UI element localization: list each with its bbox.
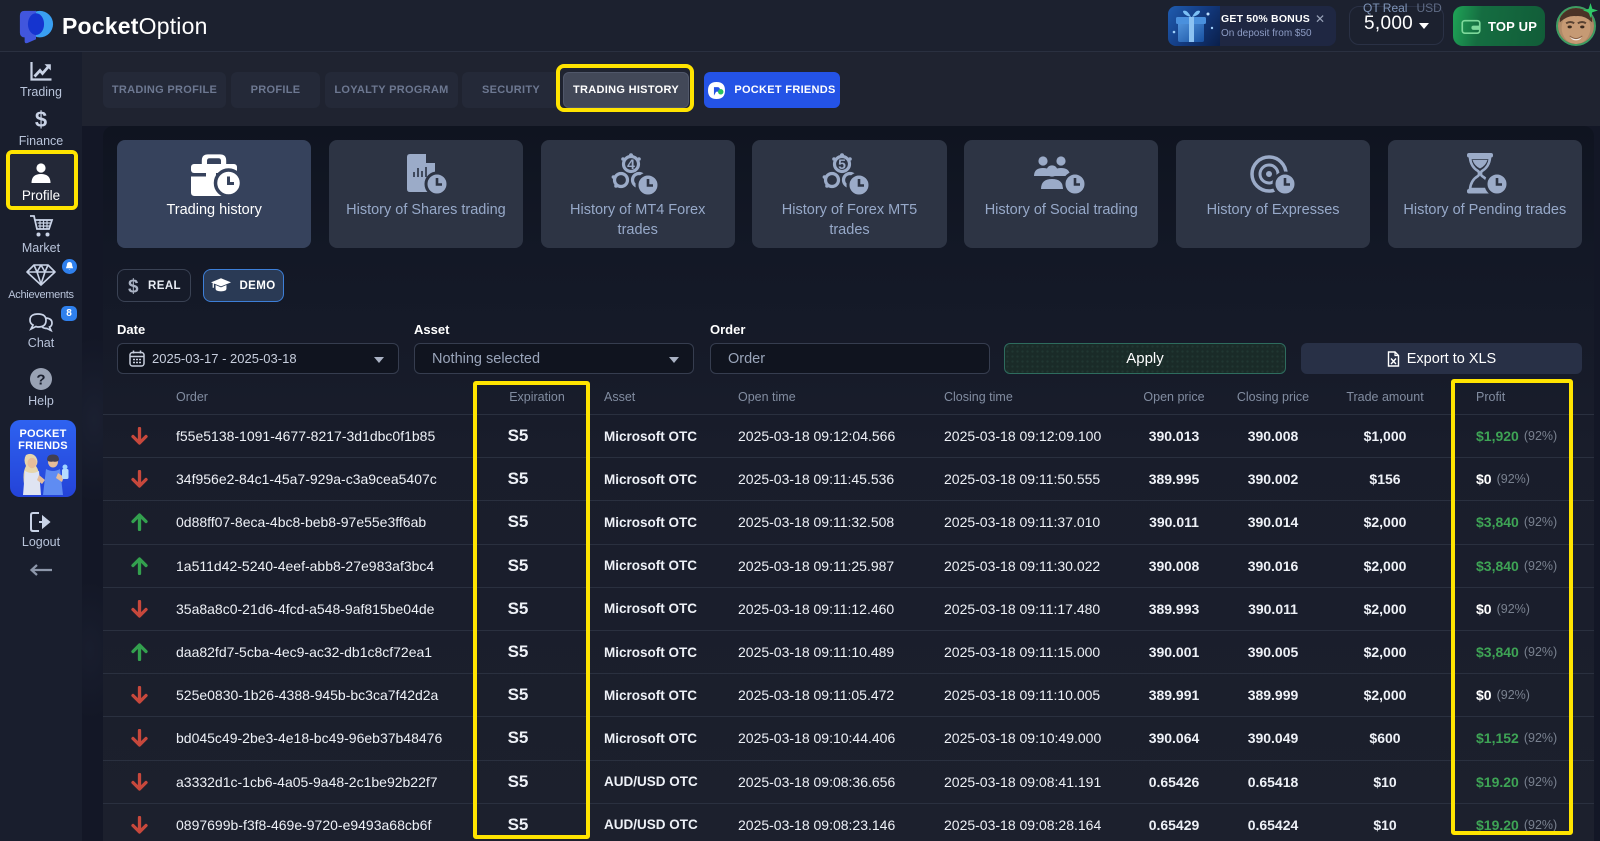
svg-text:$: $ — [128, 276, 139, 296]
svg-text:4: 4 — [627, 156, 635, 172]
svg-text:5: 5 — [839, 156, 847, 172]
svg-text:?: ? — [36, 372, 45, 389]
svg-text:$: $ — [35, 109, 47, 131]
